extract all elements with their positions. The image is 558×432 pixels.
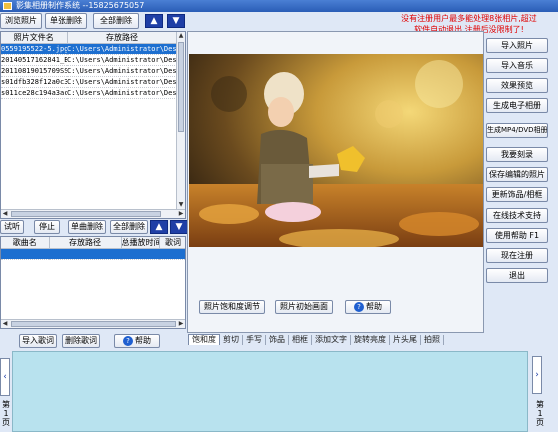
scroll-down-icon[interactable]: ▼: [177, 201, 185, 209]
photo-image: [189, 54, 483, 247]
update-ornaments-button[interactable]: 更新饰品/相框: [486, 187, 548, 202]
photo-list[interactable]: 照片文件名 存放路径 0559195522-5.jpg C:\Users\Adm…: [0, 31, 186, 219]
browse-photos-button[interactable]: 浏览照片: [0, 13, 42, 29]
scroll-thumb[interactable]: [11, 321, 176, 327]
edit-tabs: 饱和度 剪切 手写 饰品 相框 添加文字 旋转亮度 片头尾 拍照: [188, 334, 488, 346]
title-bar: 影集相册制作系统 --15825675057: [0, 0, 558, 12]
thumbnail-strip[interactable]: [12, 351, 528, 432]
right-page-indicator: 第 1 页: [536, 400, 544, 427]
table-row[interactable]: s011ce28c194a3ac C:\Users\Administrator\…: [1, 87, 177, 99]
delete-one-song-button[interactable]: 单曲删除: [68, 220, 106, 234]
move-up-song-button[interactable]: ▲: [150, 220, 168, 234]
column-header-song[interactable]: 歌曲名: [1, 237, 50, 249]
table-row[interactable]: 0559195522-5.jpg C:\Users\Administrator\…: [1, 43, 177, 55]
tab-frame[interactable]: 相框: [289, 335, 312, 345]
scroll-thumb[interactable]: [11, 211, 161, 217]
tab-add-text[interactable]: 添加文字: [312, 335, 351, 345]
photo-filename: 20140517162841_B: [1, 54, 67, 66]
scroll-right-icon[interactable]: ▶: [177, 210, 185, 218]
table-row[interactable]: 20110819015709SS C:\Users\Administrator\…: [1, 65, 177, 77]
save-edited-photos-button[interactable]: 保存编辑的照片: [486, 167, 548, 182]
column-header-path[interactable]: 存放路径: [49, 237, 122, 249]
help-label: 帮助: [366, 302, 382, 311]
register-now-button[interactable]: 现在注册: [486, 248, 548, 263]
photo-path: C:\Users\Administrator\Des: [67, 54, 177, 66]
tab-crop[interactable]: 剪切: [220, 335, 243, 345]
photo-filename: 20110819015709SS: [1, 65, 67, 77]
generate-mp4-dvd-button[interactable]: 生成MP4/DVD相册: [486, 123, 548, 138]
import-lyrics-button[interactable]: 导入歌词: [19, 334, 57, 348]
tab-intro-outro[interactable]: 片头尾: [390, 335, 421, 345]
help-label: 帮助: [135, 336, 151, 345]
prev-page-button[interactable]: ‹: [0, 358, 10, 396]
photo-filename: s01dfb328f12a0c3: [1, 76, 67, 88]
arrow-up-icon: ▲: [155, 222, 163, 232]
help-icon: ?: [354, 302, 364, 312]
photo-filename: 0559195522-5.jpg: [1, 43, 67, 55]
import-photos-button[interactable]: 导入照片: [486, 38, 548, 53]
tab-handwrite[interactable]: 手写: [243, 335, 266, 345]
tab-photograph[interactable]: 拍照: [421, 335, 444, 345]
lyrics-help-button[interactable]: ? 帮助: [114, 334, 160, 348]
arrow-down-icon: ▼: [175, 222, 183, 232]
table-row[interactable]: s01dfb328f12a0c3 C:\Users\Administrator\…: [1, 76, 177, 88]
delete-all-photos-button[interactable]: 全部删除: [93, 13, 139, 29]
move-down-photo-button[interactable]: ▼: [167, 14, 185, 28]
table-row[interactable]: [1, 248, 185, 260]
photo-list-horizontal-scrollbar[interactable]: ◀ ▶: [1, 209, 185, 218]
scroll-left-icon[interactable]: ◀: [1, 320, 9, 328]
arrow-down-icon: ▼: [172, 16, 180, 26]
stop-button[interactable]: 停止: [34, 220, 60, 234]
online-support-button[interactable]: 在线技术支持: [486, 208, 548, 223]
photo-path: C:\Users\Administrator\Des: [67, 43, 177, 55]
next-page-button[interactable]: ›: [532, 356, 542, 394]
generate-album-button[interactable]: 生成电子相册: [486, 98, 548, 113]
chevron-right-icon: ›: [535, 370, 539, 380]
import-music-button[interactable]: 导入音乐: [486, 58, 548, 73]
photo-list-vertical-scrollbar[interactable]: ▲ ▼: [176, 32, 185, 209]
app-icon: [3, 2, 12, 10]
arrow-up-icon: ▲: [150, 16, 158, 26]
notice-line-1: 没有注册用户最多能处理8张相片,超过: [401, 14, 537, 23]
scroll-up-icon[interactable]: ▲: [177, 32, 185, 40]
adjust-saturation-button[interactable]: 照片饱和度调节: [199, 300, 265, 314]
scroll-right-icon[interactable]: ▶: [177, 320, 185, 328]
column-header-duration[interactable]: 总播放时间: [121, 237, 160, 249]
scroll-thumb[interactable]: [178, 42, 184, 132]
delete-one-photo-button[interactable]: 单张删除: [45, 13, 87, 29]
burn-disc-button[interactable]: 我要刻录: [486, 147, 548, 162]
column-header-lyrics[interactable]: 歌词: [159, 237, 185, 249]
tab-saturation[interactable]: 饱和度: [188, 334, 220, 345]
chevron-left-icon: ‹: [3, 372, 7, 382]
help-f1-button[interactable]: 使用帮助 F1: [486, 228, 548, 243]
photo-path: C:\Users\Administrator\Des: [67, 87, 177, 99]
tab-rotate-brightness[interactable]: 旋转亮度: [351, 335, 390, 345]
preview-effect-button[interactable]: 效果预览: [486, 78, 548, 93]
exit-button[interactable]: 退出: [486, 268, 548, 283]
photo-path: C:\Users\Administrator\Des: [67, 76, 177, 88]
photo-preview[interactable]: [189, 54, 483, 247]
listen-button[interactable]: 试听: [0, 220, 24, 234]
photo-path: C:\Users\Administrator\Des: [67, 65, 177, 77]
preview-help-button[interactable]: ? 帮助: [345, 300, 391, 314]
music-list-horizontal-scrollbar[interactable]: ◀ ▶: [1, 319, 185, 328]
window-title: 影集相册制作系统 --15825675057: [16, 1, 145, 10]
music-list[interactable]: 歌曲名 存放路径 总播放时间 歌词 ◀ ▶: [0, 236, 186, 329]
photo-filename: s011ce28c194a3ac: [1, 87, 67, 99]
column-header-path[interactable]: 存放路径: [67, 32, 178, 44]
delete-lyrics-button[interactable]: 删除歌词: [62, 334, 100, 348]
column-header-filename[interactable]: 照片文件名: [1, 32, 68, 44]
scroll-left-icon[interactable]: ◀: [1, 210, 9, 218]
move-up-photo-button[interactable]: ▲: [145, 14, 163, 28]
delete-all-songs-button[interactable]: 全部删除: [110, 220, 148, 234]
left-page-indicator: 第 1 页: [2, 400, 10, 427]
help-icon: ?: [123, 336, 133, 346]
initial-screen-button[interactable]: 照片初始画面: [275, 300, 333, 314]
tab-ornament[interactable]: 饰品: [266, 335, 289, 345]
move-down-song-button[interactable]: ▼: [170, 220, 188, 234]
table-row[interactable]: 20140517162841_B C:\Users\Administrator\…: [1, 54, 177, 66]
